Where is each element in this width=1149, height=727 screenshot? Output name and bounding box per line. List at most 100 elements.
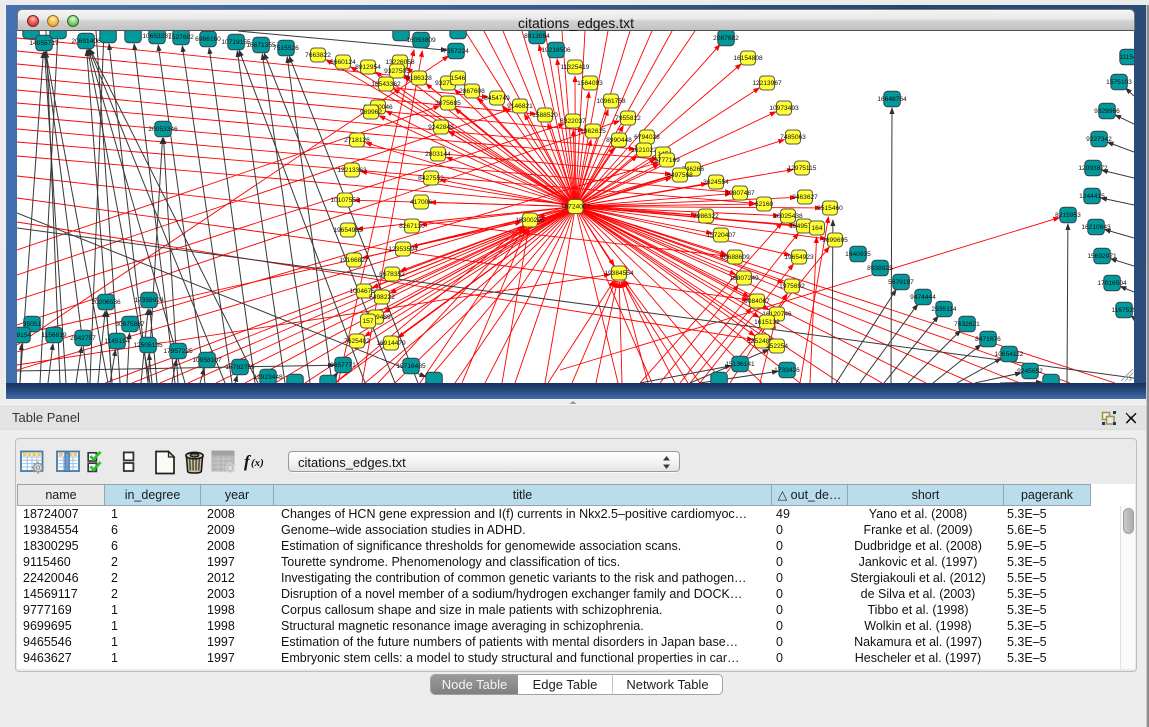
svg-text:1156819: 1156819: [41, 332, 67, 339]
svg-text:8215953: 8215953: [1055, 212, 1081, 219]
svg-text:1167535: 1167535: [1111, 307, 1134, 314]
svg-text:9515460: 9515460: [817, 205, 843, 212]
svg-text:2042757: 2042757: [70, 335, 96, 342]
svg-text:989962: 989962: [360, 109, 382, 116]
svg-text:9657771: 9657771: [330, 362, 356, 369]
svg-text:9084067: 9084067: [744, 298, 770, 305]
svg-text:8660124: 8660124: [330, 59, 356, 66]
svg-text:157: 157: [362, 318, 373, 325]
svg-text:9474444: 9474444: [910, 294, 936, 301]
svg-text:10958107: 10958107: [192, 357, 222, 364]
svg-text:14055717: 14055717: [29, 40, 59, 47]
svg-text:8938925: 8938925: [867, 265, 893, 272]
svg-text:16543362: 16543362: [371, 81, 401, 88]
svg-text:19218506: 19218506: [541, 47, 571, 54]
svg-text:62160: 62160: [755, 201, 774, 208]
svg-text:16671355: 16671355: [246, 42, 276, 49]
svg-text:16210643: 16210643: [1081, 224, 1111, 231]
svg-text:2935114: 2935114: [931, 306, 957, 313]
svg-text:9327505: 9327505: [384, 68, 410, 75]
svg-text:12505135: 12505135: [133, 342, 163, 349]
svg-text:20206536: 20206536: [91, 299, 121, 306]
svg-text:2718126: 2718126: [344, 137, 370, 144]
svg-text:18807249: 18807249: [729, 275, 759, 282]
svg-text:3624554: 3624554: [703, 179, 729, 186]
svg-text:17359924: 17359924: [134, 297, 164, 304]
svg-text:7632621: 7632621: [954, 321, 980, 328]
svg-text:18724007: 18724007: [561, 204, 591, 211]
svg-text:10107553: 10107553: [330, 197, 360, 204]
svg-text:19166827: 19166827: [339, 257, 369, 264]
svg-text:9329966: 9329966: [1094, 108, 1120, 115]
svg-text:1615132: 1615132: [754, 319, 780, 326]
svg-text:15716485: 15716485: [396, 363, 426, 370]
svg-text:9242848: 9242848: [428, 124, 454, 131]
svg-text:7515526: 7515526: [273, 45, 299, 52]
svg-text:12213363: 12213363: [337, 167, 367, 174]
svg-text:11325419: 11325419: [561, 64, 590, 71]
svg-text:9227342: 9227342: [1086, 136, 1112, 143]
svg-text:30975887: 30975887: [115, 321, 145, 328]
svg-text:16914479: 16914479: [376, 340, 406, 347]
svg-text:20691406: 20691406: [71, 38, 101, 45]
svg-text:11154: 11154: [1119, 54, 1134, 61]
svg-text:2087682: 2087682: [713, 35, 739, 42]
svg-text:16154808: 16154808: [733, 55, 763, 62]
svg-text:8267130: 8267130: [399, 223, 425, 230]
svg-text:9699695: 9699695: [822, 237, 848, 244]
svg-text:1975692: 1975692: [779, 283, 805, 290]
svg-text:19384554: 19384554: [604, 270, 634, 277]
svg-text:1362615: 1362615: [580, 128, 606, 135]
svg-text:10973493: 10973493: [769, 105, 799, 112]
svg-text:9146821: 9146821: [507, 103, 533, 110]
svg-text:12353594: 12353594: [388, 246, 418, 253]
svg-text:12975115: 12975115: [788, 165, 817, 172]
svg-text:6966160: 6966160: [195, 36, 221, 43]
svg-text:15136141: 15136141: [725, 361, 755, 368]
svg-text:16648764: 16648764: [877, 96, 907, 103]
svg-text:10807487: 10807487: [725, 190, 755, 197]
svg-text:17957225: 17957225: [163, 348, 193, 355]
svg-text:1588520: 1588520: [532, 112, 558, 119]
svg-text:1145194: 1145194: [104, 338, 130, 345]
svg-text:2867608: 2867608: [459, 88, 485, 95]
svg-text:164: 164: [811, 225, 822, 232]
svg-text:8471676: 8471676: [975, 336, 1001, 343]
svg-text:3875685: 3875685: [435, 100, 461, 107]
svg-text:1244415: 1244415: [1079, 193, 1105, 200]
svg-text:8322037: 8322037: [560, 118, 586, 125]
svg-text:7955812: 7955812: [615, 115, 641, 122]
svg-text:7986322: 7986322: [693, 213, 719, 220]
svg-text:8427552: 8427552: [418, 175, 444, 182]
svg-text:12923448: 12923448: [253, 374, 283, 381]
svg-text:12093872: 12093872: [1078, 165, 1108, 172]
svg-text:5679197: 5679197: [888, 279, 914, 286]
svg-text:1640935: 1640935: [845, 251, 871, 258]
svg-text:(x): (x): [251, 457, 264, 469]
svg-text:17016504: 17016504: [1097, 280, 1127, 287]
svg-text:9463627: 9463627: [792, 194, 818, 201]
svg-text:8990448: 8990448: [606, 137, 632, 144]
svg-text:1733426: 1733426: [774, 367, 800, 374]
svg-text:16782759: 16782759: [225, 364, 255, 371]
svg-text:8912954: 8912954: [355, 64, 381, 71]
svg-text:10654112: 10654112: [995, 351, 1024, 358]
svg-text:16053809: 16053809: [406, 37, 436, 44]
svg-text:8186328: 8186328: [406, 75, 432, 82]
svg-text:12213967: 12213967: [752, 80, 782, 87]
svg-text:417006: 417006: [410, 199, 432, 206]
svg-text:10688609: 10688609: [720, 254, 750, 261]
svg-text:15720407: 15720407: [706, 232, 736, 239]
svg-text:39154: 39154: [17, 332, 31, 339]
svg-text:7357224: 7357224: [443, 48, 469, 55]
svg-text:19654923: 19654923: [784, 254, 814, 261]
svg-text:6794028: 6794028: [634, 134, 660, 141]
svg-text:2803144: 2803144: [425, 151, 451, 158]
svg-text:252254: 252254: [766, 343, 788, 350]
svg-text:1527602: 1527602: [168, 34, 194, 41]
svg-text:8454749: 8454749: [484, 95, 510, 102]
svg-text:8813054: 8813054: [524, 33, 550, 40]
svg-text:5498222: 5498222: [369, 294, 395, 301]
svg-text:6497568: 6497568: [667, 172, 693, 179]
svg-text:19654985: 19654985: [333, 227, 363, 234]
